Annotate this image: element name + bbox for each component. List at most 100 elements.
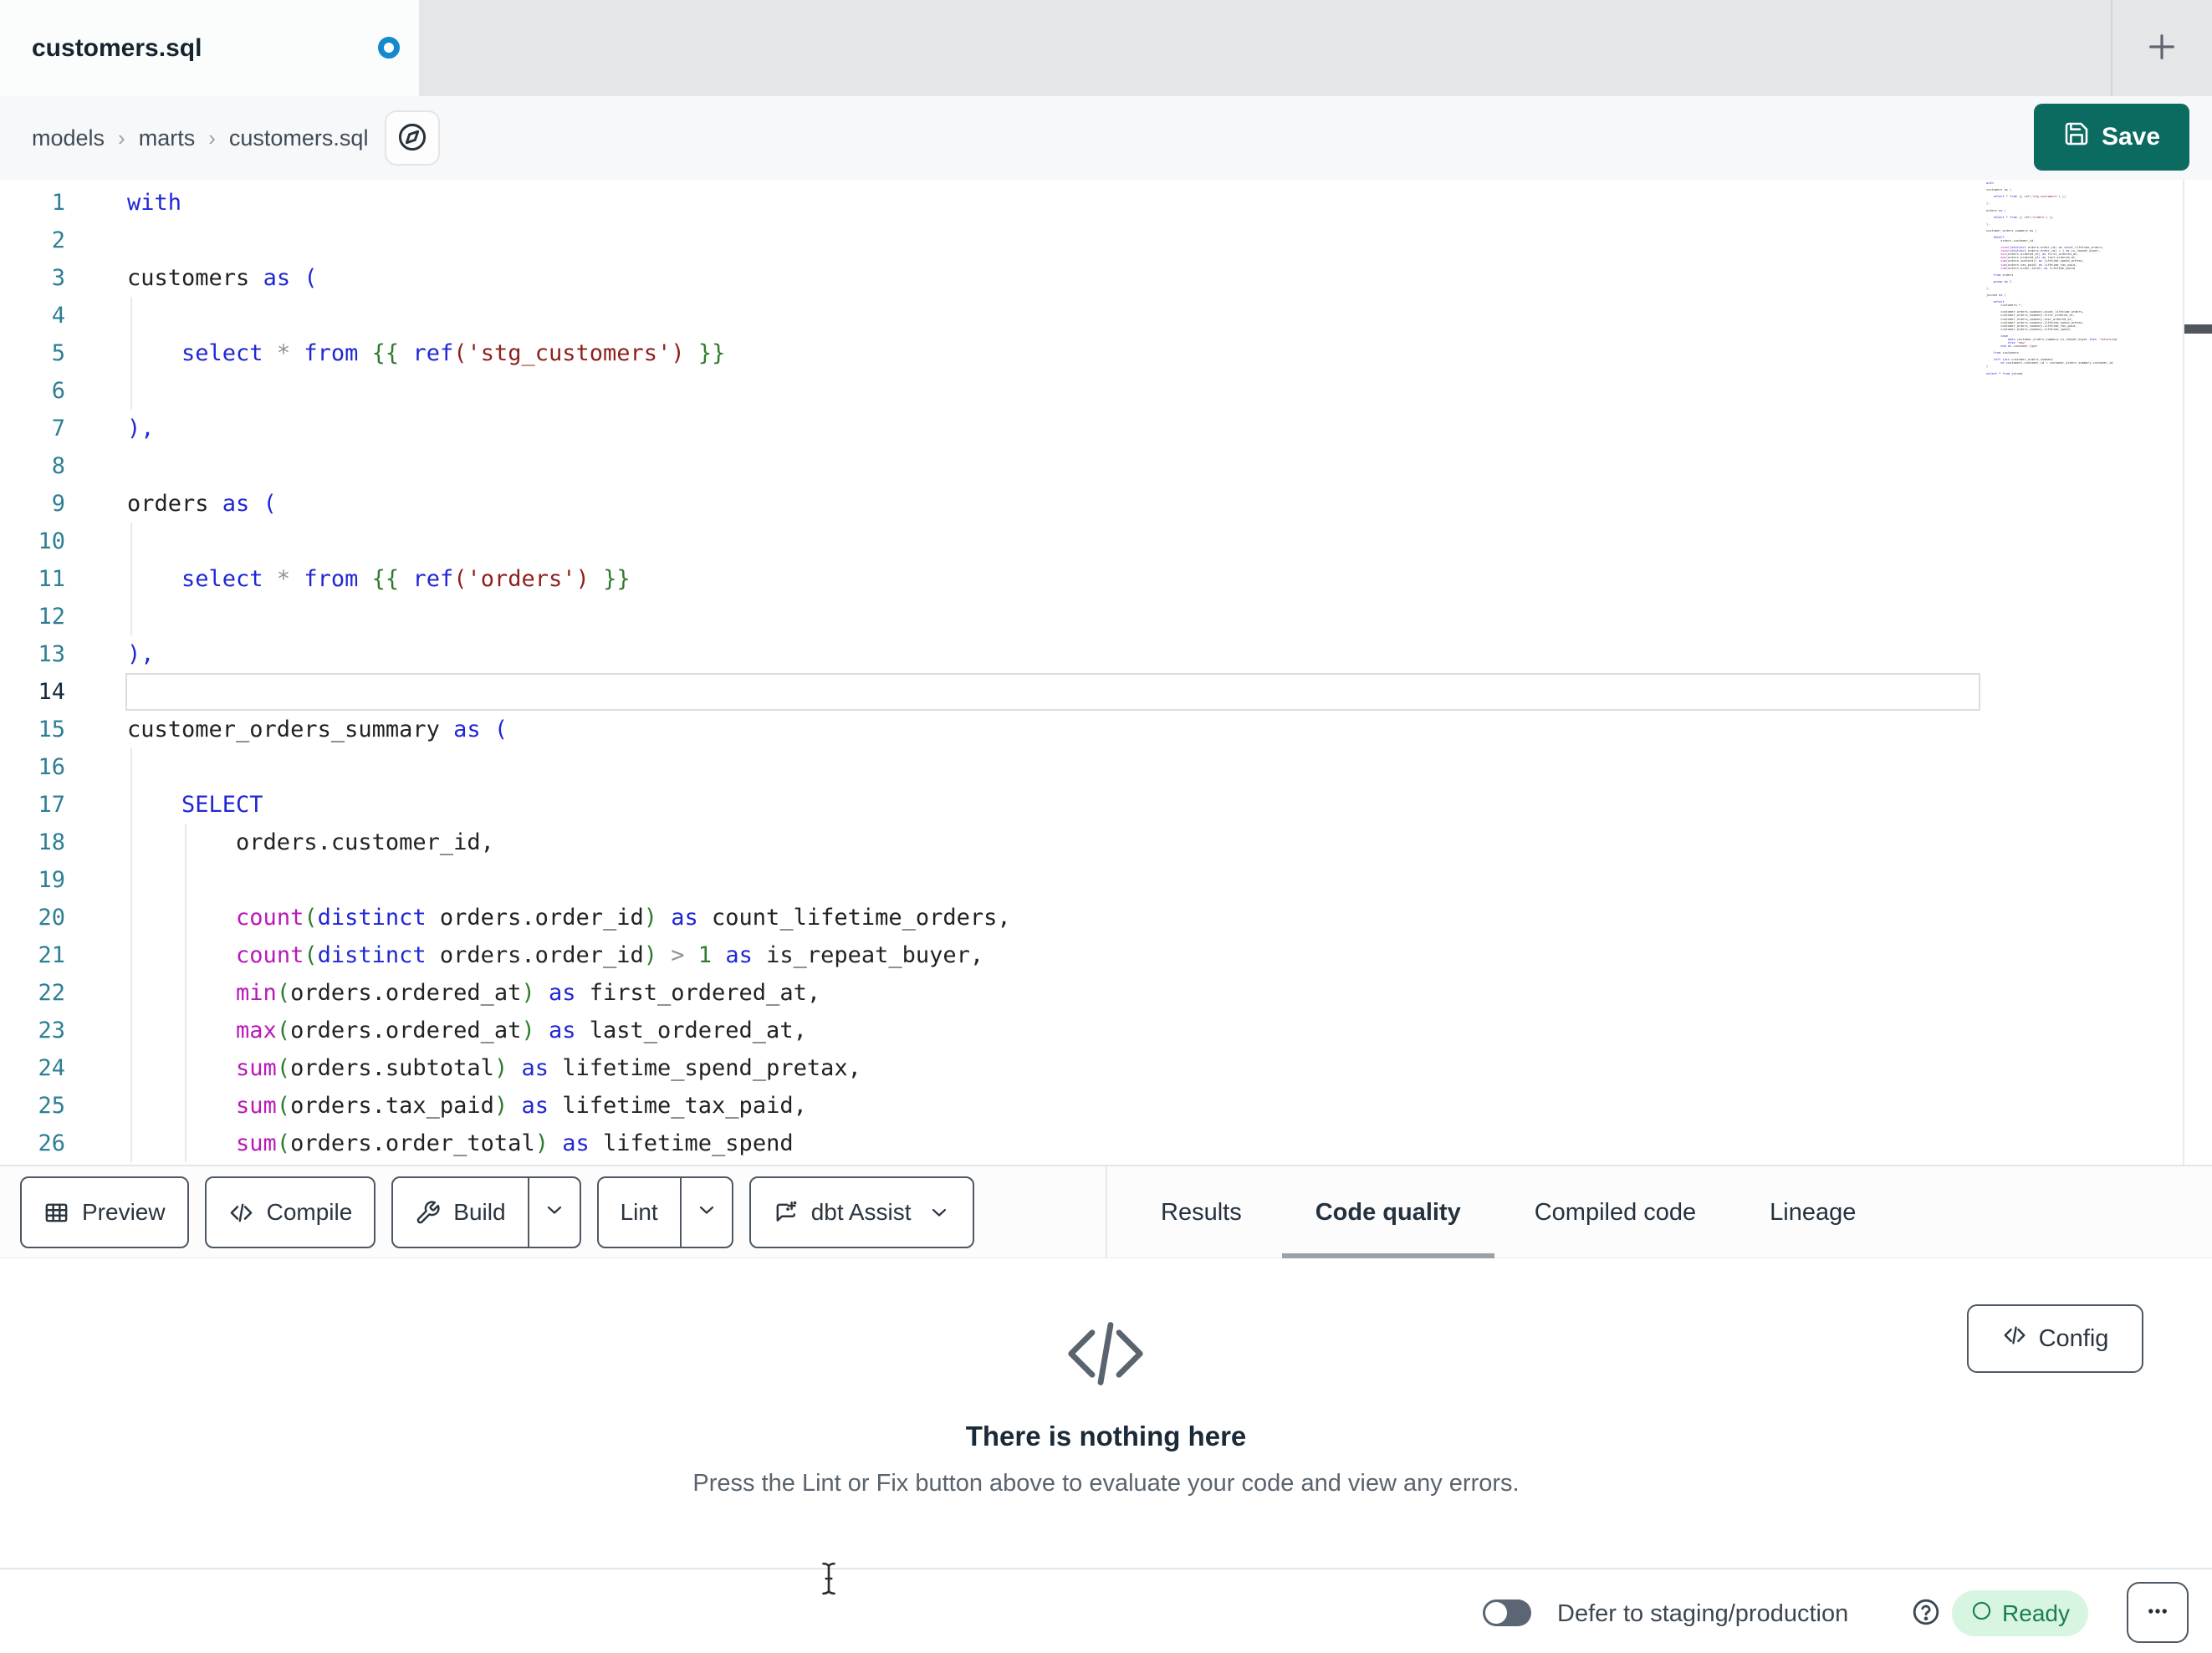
breadcrumb-item-models[interactable]: models [32, 125, 105, 151]
result-tabs: Results Code quality Compiled code Lineage [1106, 1166, 2212, 1258]
editor-toolbar: Preview Compile Build Lint dbt Assist Result… [0, 1165, 2212, 1258]
code-line-9[interactable]: 9 orders as ( [0, 485, 2212, 523]
new-tab-button[interactable] [2138, 23, 2186, 72]
table-icon [43, 1200, 69, 1226]
explore-lineage-button[interactable] [385, 110, 441, 166]
line-number: 17 [38, 792, 65, 818]
code-line-25[interactable]: 25 sum(orders.tax_paid) as lifetime_tax_… [0, 1087, 2212, 1125]
editor-scrollbar-thumb[interactable] [2184, 324, 2212, 334]
breadcrumb-item-marts[interactable]: marts [139, 125, 196, 151]
button-main[interactable]: Compile [207, 1178, 375, 1247]
line-number: 15 [38, 717, 65, 742]
code-line-17[interactable]: 17 SELECT [0, 786, 2212, 824]
code-line-15[interactable]: 15 customer_orders_summary as ( [0, 711, 2212, 748]
line-number: 2 [51, 227, 65, 253]
line-number: 8 [51, 453, 65, 479]
code-line-24[interactable]: 24 sum(orders.subtotal) as lifetime_spen… [0, 1049, 2212, 1087]
line-content: sum(orders.order_total) as lifetime_spen… [236, 1130, 794, 1156]
line-number: 1 [51, 190, 65, 216]
ide-status-badge[interactable]: Ready [1952, 1590, 2088, 1636]
line-number: 5 [51, 340, 65, 366]
more-options-button[interactable] [2127, 1582, 2189, 1643]
code-line-4[interactable]: 4 [0, 297, 2212, 334]
code-line-3[interactable]: 3 customers as ( [0, 259, 2212, 297]
line-number: 4 [51, 303, 65, 329]
wrench-icon [415, 1200, 441, 1226]
code-line-16[interactable]: 16 [0, 748, 2212, 786]
button-main[interactable]: Preview [22, 1178, 187, 1247]
line-content: sum(orders.subtotal) as lifetime_spend_p… [236, 1055, 861, 1081]
empty-state-title: There is nothing here [965, 1421, 1247, 1451]
button-label: dbt Assist [810, 1199, 912, 1225]
code-line-14[interactable]: 14 [0, 673, 2212, 711]
minimap[interactable]: with customers as ( select * from {{ ref… [1986, 181, 2183, 1163]
lint-dropdown-button[interactable] [679, 1178, 732, 1247]
line-content: ), [127, 641, 155, 667]
save-icon [2063, 120, 2090, 154]
breadcrumb-row: models › marts › customers.sql Save [0, 96, 2212, 181]
tab-compiled-code[interactable]: Compiled code [1535, 1166, 1696, 1258]
tab-lineage[interactable]: Lineage [1770, 1166, 1856, 1258]
button-label: Preview [82, 1199, 166, 1225]
build-dropdown-button[interactable] [527, 1178, 580, 1247]
ready-label: Ready [2002, 1599, 2070, 1626]
empty-state-subtitle: Press the Lint or Fix button above to ev… [692, 1470, 1520, 1497]
line-number: 20 [38, 905, 65, 931]
code-line-12[interactable]: 12 [0, 598, 2212, 635]
code-line-10[interactable]: 10 [0, 523, 2212, 560]
code-line-6[interactable]: 6 [0, 372, 2212, 410]
code-line-5[interactable]: 5 select * from {{ ref('stg_customers') … [0, 334, 2212, 372]
line-content: ), [127, 416, 155, 441]
code-line-19[interactable]: 19 [0, 861, 2212, 899]
code-editor[interactable]: 1 with 2 3 customers as (4 5 select * from {{… [0, 180, 2212, 1165]
line-number: 13 [38, 641, 65, 667]
compile-button[interactable]: Compile [204, 1176, 376, 1248]
code-line-2[interactable]: 2 [0, 222, 2212, 259]
code-line-11[interactable]: 11 select * from {{ ref('orders') }} [0, 560, 2212, 598]
config-button[interactable]: Config [1967, 1304, 2143, 1373]
status-bar: Defer to staging/production Ready [0, 1568, 2212, 1653]
line-number: 12 [38, 604, 65, 630]
line-content: customers as ( [127, 265, 318, 291]
compass-icon [396, 121, 428, 156]
code-line-13[interactable]: 13), [0, 635, 2212, 673]
code-line-20[interactable]: 20 count(distinct orders.order_id) as co… [0, 899, 2212, 936]
tabbar-divider [2111, 0, 2112, 96]
line-content: select * from {{ ref('stg_customers') }} [181, 340, 726, 366]
defer-toggle[interactable] [1483, 1599, 1531, 1626]
button-label: Build [453, 1199, 506, 1225]
code-line-21[interactable]: 21 count(distinct orders.order_id) > 1 a… [0, 936, 2212, 974]
tab-title: customers.sql [32, 33, 202, 62]
tab-customers-sql[interactable]: customers.sql [0, 0, 419, 96]
code-line-26[interactable]: 26 sum(orders.order_total) as lifetime_s… [0, 1125, 2212, 1162]
code-quality-panel: There is nothing here Press the Lint or … [0, 1259, 2212, 1568]
toggle-knob [1485, 1602, 1507, 1624]
code-line-8[interactable]: 8 [0, 447, 2212, 485]
lint-button[interactable]: Lint [596, 1176, 733, 1248]
build-button[interactable]: Build [391, 1176, 581, 1248]
button-main[interactable]: dbt Assist [751, 1178, 973, 1247]
editor-tab-bar: customers.sql [0, 0, 2212, 96]
assist-icon [773, 1200, 799, 1226]
tab-code-quality[interactable]: Code quality [1281, 1166, 1494, 1258]
line-content: count(distinct orders.order_id) as count… [236, 905, 1011, 931]
code-line-7[interactable]: 7), [0, 410, 2212, 447]
line-content: max(orders.ordered_at) as last_ordered_a… [236, 1018, 807, 1043]
help-button[interactable] [1909, 1596, 1943, 1630]
breadcrumb-item-customers-sql[interactable]: customers.sql [229, 125, 369, 151]
dbt-assist-button[interactable]: dbt Assist [748, 1176, 974, 1248]
code-line-23[interactable]: 23 max(orders.ordered_at) as last_ordere… [0, 1012, 2212, 1049]
ellipsis-icon [2143, 1597, 2172, 1628]
line-content: orders as ( [127, 491, 277, 517]
preview-button[interactable]: Preview [20, 1176, 189, 1248]
button-main[interactable]: Lint [599, 1178, 680, 1247]
code-icon [2002, 1323, 2027, 1355]
code-line-22[interactable]: 22 min(orders.ordered_at) as first_order… [0, 974, 2212, 1012]
save-button[interactable]: Save [2034, 104, 2189, 171]
button-main[interactable]: Build [393, 1178, 527, 1247]
tab-results[interactable]: Results [1161, 1166, 1242, 1258]
line-content: count(distinct orders.order_id) > 1 as i… [236, 942, 984, 968]
line-number: 23 [38, 1018, 65, 1043]
code-line-1[interactable]: 1 with [0, 184, 2212, 222]
code-line-18[interactable]: 18 orders.customer_id, [0, 824, 2212, 861]
